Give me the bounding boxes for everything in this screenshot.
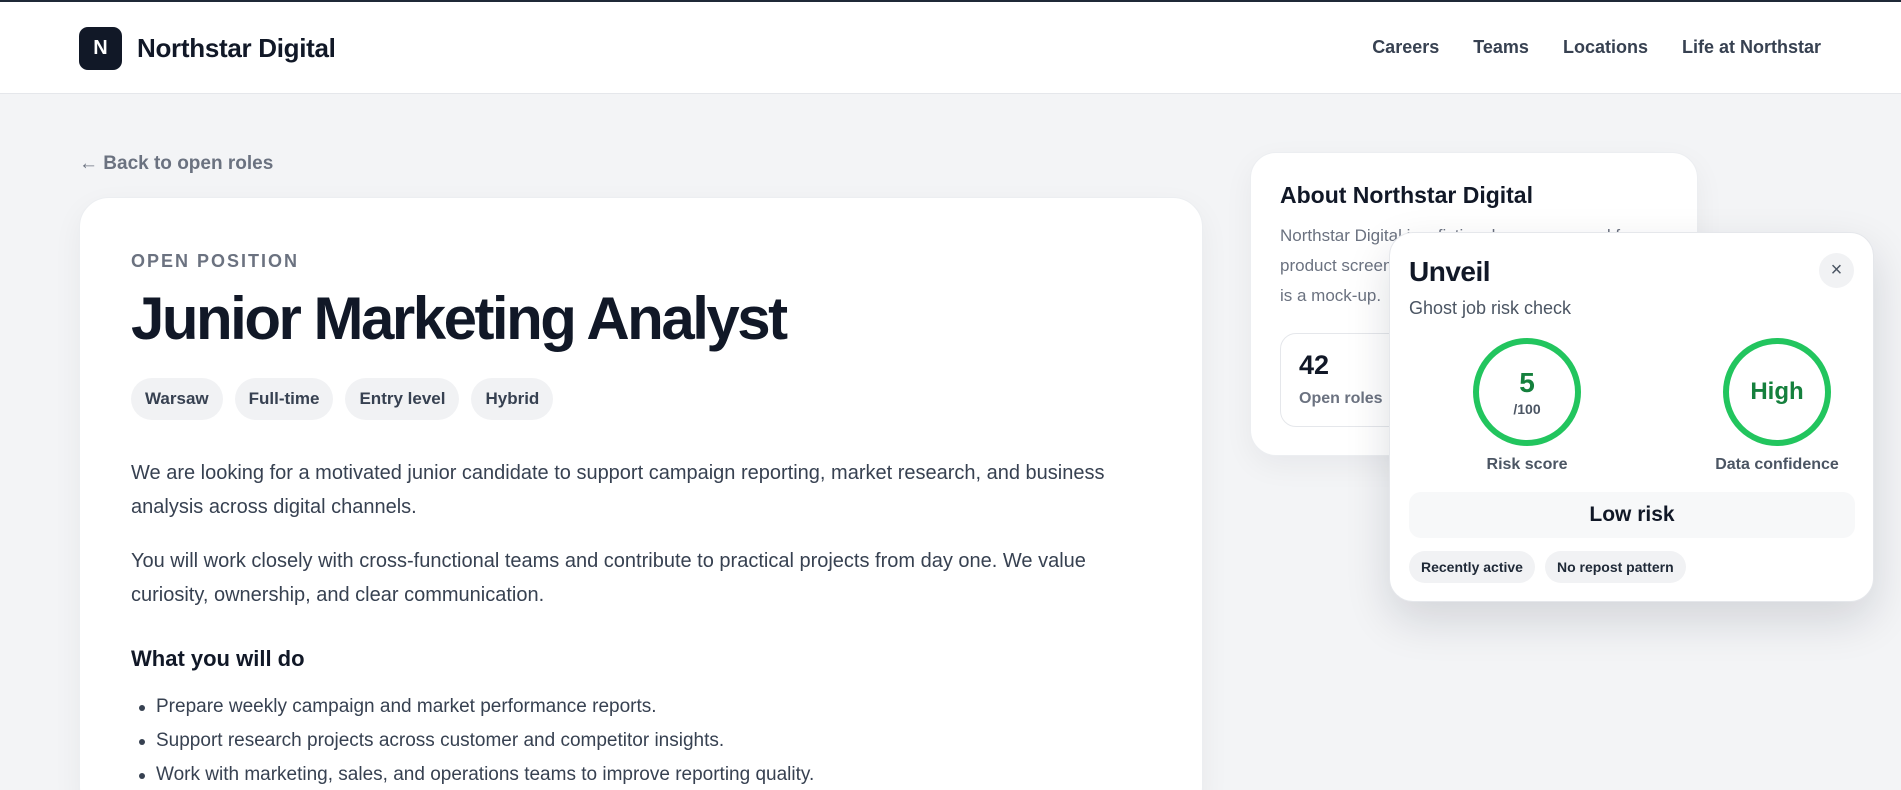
unveil-subtitle: Ghost job risk check — [1409, 298, 1572, 318]
job-description-paragraph: We are looking for a motivated junior ca… — [131, 462, 1105, 518]
job-tags: Warsaw Full-time Entry level Hybrid — [131, 378, 554, 420]
signal-chips: Recently active No repost pattern — [1409, 551, 1686, 583]
tag-work-mode: Hybrid — [471, 378, 554, 420]
main-nav: Careers Teams Locations Life at Northsta… — [1372, 37, 1821, 58]
nav-link-life[interactable]: Life at Northstar — [1682, 37, 1821, 58]
nav-link-locations[interactable]: Locations — [1563, 37, 1648, 58]
tag-location: Warsaw — [131, 378, 223, 420]
close-button[interactable]: × — [1819, 253, 1854, 288]
responsibilities-list: Prepare weekly campaign and market perfo… — [131, 690, 1141, 790]
risk-score-metric: 5 /100 Risk score — [1447, 338, 1607, 474]
risk-score-max: /100 — [1513, 400, 1541, 417]
signal-chip-no-repost: No repost pattern — [1544, 551, 1686, 583]
risk-score-ring: 5 /100 — [1473, 338, 1581, 446]
data-confidence-metric: High Data confidence — [1697, 338, 1857, 474]
site-header: N Northstar Digital Careers Teams Locati… — [0, 2, 1901, 94]
list-item: Prepare weekly campaign and market perfo… — [131, 690, 1141, 724]
data-confidence-value: High — [1750, 378, 1804, 405]
list-item: Work with marketing, sales, and operatio… — [131, 758, 1141, 790]
nav-link-careers[interactable]: Careers — [1372, 37, 1439, 58]
tag-level: Entry level — [345, 378, 460, 420]
tag-employment-type: Full-time — [234, 378, 334, 420]
job-title: Junior Marketing Analyst — [131, 285, 788, 352]
open-roles-label: Open roles — [1299, 390, 1383, 407]
data-confidence-ring: High — [1723, 338, 1831, 446]
about-title: About Northstar Digital — [1280, 182, 1533, 208]
job-eyebrow: OPEN POSITION — [131, 251, 300, 271]
section-title: What you will do — [131, 646, 305, 671]
unveil-popup: Unveil Ghost job risk check × 5 /100 Ris… — [1389, 232, 1874, 602]
risk-score-value: 5 — [1519, 366, 1535, 398]
nav-link-teams[interactable]: Teams — [1473, 37, 1529, 58]
brand-logo-icon: N — [79, 27, 122, 70]
risk-verdict: Low risk — [1409, 492, 1855, 538]
brand-name: Northstar Digital — [137, 33, 336, 63]
list-item: Support research projects across custome… — [131, 724, 1141, 758]
back-to-roles-link[interactable]: ← Back to open roles — [79, 153, 273, 175]
risk-score-label: Risk score — [1486, 456, 1568, 473]
signal-chip-recently-active: Recently active — [1409, 551, 1535, 583]
job-description-paragraph: You will work closely with cross-functio… — [131, 550, 1086, 606]
brand[interactable]: N Northstar Digital — [79, 27, 336, 70]
job-card: OPEN POSITION Junior Marketing Analyst W… — [79, 197, 1203, 790]
data-confidence-label: Data confidence — [1715, 456, 1839, 473]
unveil-title: Unveil — [1409, 256, 1491, 287]
close-icon: × — [1830, 259, 1843, 281]
open-roles-count: 42 — [1299, 350, 1330, 380]
